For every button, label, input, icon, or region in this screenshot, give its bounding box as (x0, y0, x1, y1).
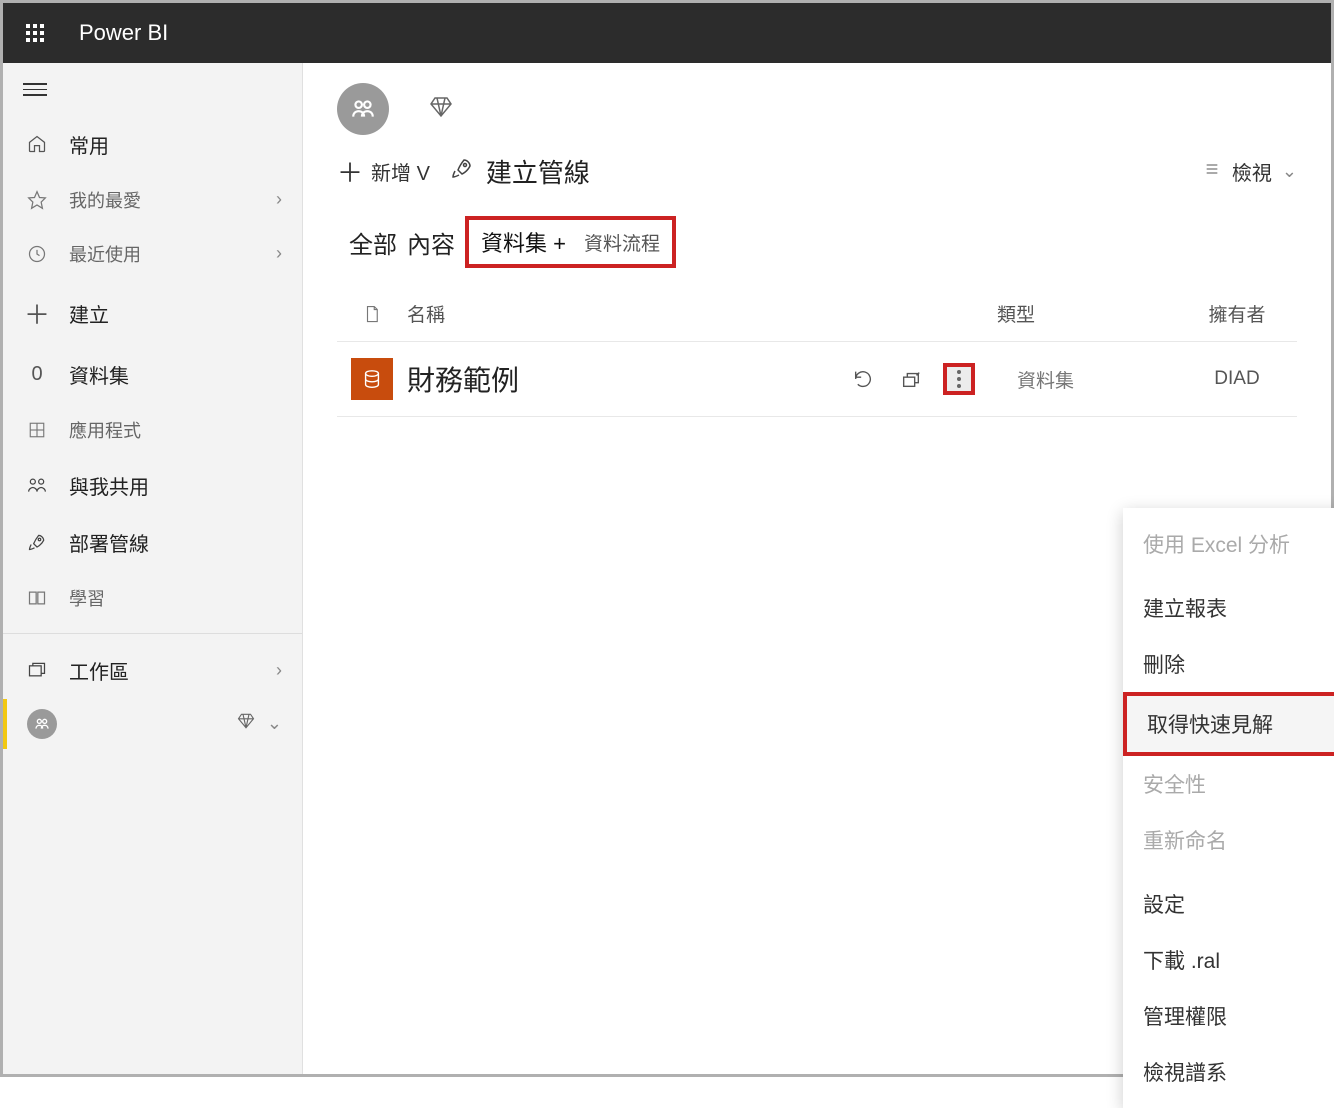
workspace-avatar-icon (27, 709, 57, 739)
chevron-down-icon: ⌄ (1282, 161, 1297, 182)
content-tabs: 全部 內容 資料集 + 資料流程 (337, 216, 1297, 268)
home-icon (23, 134, 51, 154)
chevron-down-icon: ⌄ (267, 713, 282, 734)
menu-quick-insights[interactable]: 取得快速見解 (1123, 692, 1334, 756)
tab-datasets[interactable]: 資料集 + (481, 226, 566, 258)
context-menu: 使用 Excel 分析 建立報表 刪除 取得快速見解 安全性 重新命名 設定 下… (1123, 508, 1334, 1108)
sidebar-item-label: 最近使用 (69, 241, 276, 267)
plus-icon: ＋ (23, 295, 51, 332)
menu-rename: 重新命名 (1123, 812, 1334, 868)
star-icon (23, 190, 51, 210)
app-launcher-icon[interactable] (11, 9, 59, 57)
chevron-right-icon: › (276, 660, 282, 681)
menu-download[interactable]: 下載 .ral (1123, 932, 1334, 988)
datasets-icon: 0 (23, 363, 51, 386)
workspaces-icon (23, 660, 51, 680)
sidebar-item-workspaces[interactable]: 工作區 › (3, 642, 302, 699)
sidebar-item-pipelines[interactable]: 部署管線 (3, 514, 302, 571)
more-options-button[interactable] (943, 363, 975, 395)
sidebar-item-label: 工作區 (69, 656, 276, 685)
apps-icon (23, 421, 51, 439)
tab-dataflows[interactable]: 資料流程 (584, 229, 660, 256)
chevron-right-icon: › (276, 189, 282, 210)
brand-label: Power BI (79, 20, 168, 46)
sidebar-item-home[interactable]: 常用 (3, 116, 302, 173)
book-icon (23, 588, 51, 608)
sidebar-item-favorites[interactable]: 我的最愛 › (3, 173, 302, 227)
tab-content[interactable]: 內容 (407, 219, 455, 266)
sidebar-item-label: 資料集 (69, 360, 282, 389)
plus-icon: ＋ (337, 153, 363, 190)
menu-manage-permissions[interactable]: 管理權限 (1123, 988, 1334, 1044)
menu-create-report[interactable]: 建立報表 (1123, 580, 1334, 636)
row-name: 財務範例 (407, 359, 847, 399)
new-button[interactable]: ＋ 新增 V (337, 153, 430, 190)
sidebar-item-label: 常用 (69, 130, 282, 159)
rocket-icon (450, 156, 474, 187)
list-icon (1202, 160, 1222, 183)
sidebar-item-label: 建立 (69, 299, 282, 328)
menu-settings[interactable]: 設定 (1123, 876, 1334, 932)
refresh-button[interactable] (847, 363, 879, 395)
create-pipeline-button[interactable]: 建立管線 (450, 153, 590, 190)
view-label: 檢視 (1232, 157, 1272, 186)
sidebar-item-learn[interactable]: 學習 (3, 571, 302, 625)
share-icon (23, 475, 51, 495)
menu-analyze-excel: 使用 Excel 分析 (1123, 516, 1334, 572)
row-type: 資料集 (997, 366, 1177, 393)
more-icon (957, 370, 961, 388)
rocket-icon (23, 532, 51, 552)
tab-all[interactable]: 全部 (349, 219, 397, 266)
pipeline-label: 建立管線 (486, 153, 590, 190)
clock-icon (23, 244, 51, 264)
new-label: 新增 V (371, 157, 430, 186)
premium-diamond-icon (429, 95, 453, 124)
table-header: 名稱 類型 擁有者 (337, 286, 1297, 341)
sidebar-item-label: 部署管線 (69, 528, 282, 557)
menu-delete[interactable]: 刪除 (1123, 636, 1334, 692)
view-button[interactable]: 檢視 ⌄ (1202, 157, 1297, 186)
sidebar-item-label: 應用程式 (69, 417, 282, 443)
main-content: ＋ 新增 V 建立管線 檢視 ⌄ 全部 內容 資料集 + 資料流程 名稱 (303, 63, 1331, 1074)
column-type[interactable]: 類型 (997, 300, 1177, 327)
tab-datasets-highlight: 資料集 + 資料流程 (465, 216, 676, 268)
hamburger-icon[interactable] (3, 63, 302, 116)
sidebar-item-label: 與我共用 (69, 471, 282, 500)
sidebar-item-shared[interactable]: 與我共用 (3, 457, 302, 514)
menu-view-lineage[interactable]: 檢視譜系 (1123, 1044, 1334, 1100)
sidebar-item-label: 學習 (69, 585, 282, 611)
schedule-button[interactable] (895, 363, 927, 395)
menu-security: 安全性 (1123, 756, 1334, 812)
sidebar-item-recent[interactable]: 最近使用 › (3, 227, 302, 281)
sidebar-item-label: 我的最愛 (69, 187, 276, 213)
chevron-right-icon: › (276, 243, 282, 264)
table-row[interactable]: 財務範例 資料集 DIAD (337, 341, 1297, 417)
sidebar: 常用 我的最愛 › 最近使用 › ＋ 建立 0 資料集 應用程式 與我共用 (3, 63, 303, 1074)
column-name[interactable]: 名稱 (407, 300, 847, 327)
row-owner: DIAD (1177, 368, 1297, 390)
column-icon (337, 303, 407, 325)
sidebar-item-datasets[interactable]: 0 資料集 (3, 346, 302, 403)
current-workspace[interactable]: ⌄ (3, 699, 302, 749)
divider (3, 633, 302, 634)
top-bar: Power BI (3, 3, 1331, 63)
sidebar-item-create[interactable]: ＋ 建立 (3, 281, 302, 346)
column-owner[interactable]: 擁有者 (1177, 300, 1297, 327)
workspace-header-avatar-icon (337, 83, 389, 135)
diamond-icon (237, 712, 255, 735)
dataset-icon (351, 358, 393, 400)
sidebar-item-apps[interactable]: 應用程式 (3, 403, 302, 457)
